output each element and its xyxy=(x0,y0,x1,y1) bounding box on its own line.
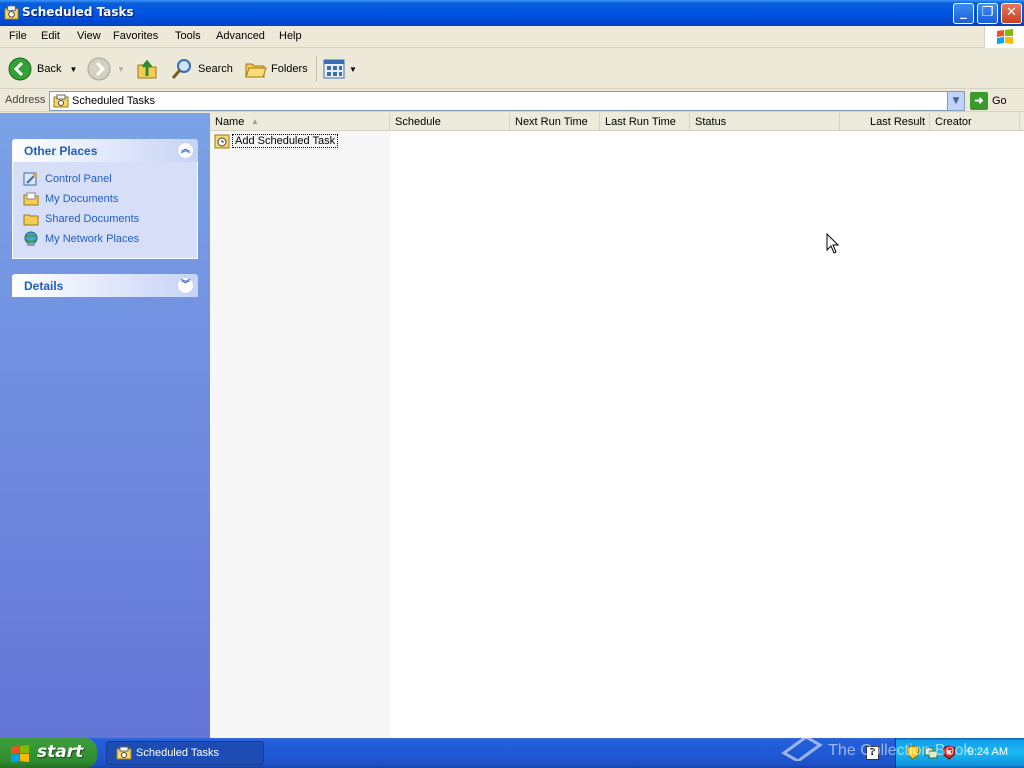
back-arrow-icon xyxy=(8,57,32,81)
address-label: Address xyxy=(5,94,46,106)
add-scheduled-task-icon xyxy=(214,134,230,149)
link-my-documents[interactable]: My Documents xyxy=(23,191,118,207)
watermark-text: The Collection Book xyxy=(828,742,972,759)
scheduled-tasks-icon xyxy=(116,746,132,760)
up-folder-button[interactable] xyxy=(135,56,159,82)
column-headers: Name ▲ Schedule Next Run Time Last Run T… xyxy=(210,113,1024,131)
go-arrow-icon: ➜ xyxy=(970,92,988,110)
scheduled-tasks-icon xyxy=(4,5,19,20)
expand-icon[interactable]: ︾ xyxy=(177,277,194,294)
file-list: Name ▲ Schedule Next Run Time Last Run T… xyxy=(210,113,1024,738)
windows-flag-icon xyxy=(11,745,29,762)
control-panel-icon xyxy=(23,172,37,186)
close-button[interactable]: ✕ xyxy=(1001,3,1022,24)
link-label: Control Panel xyxy=(45,173,112,185)
views-dropdown-icon[interactable]: ▼ xyxy=(349,65,357,74)
clock[interactable]: 9:24 AM xyxy=(968,746,1008,758)
column-creator[interactable]: Creator xyxy=(930,113,1020,131)
details-title: Details xyxy=(24,279,64,293)
taskbar-button-label: Scheduled Tasks xyxy=(136,747,219,759)
menu-favorites[interactable]: Favorites xyxy=(113,30,158,42)
book-icon xyxy=(781,735,823,763)
address-value: Scheduled Tasks xyxy=(72,95,155,107)
details-header[interactable]: Details ︾ xyxy=(12,274,198,297)
go-label: Go xyxy=(992,95,1007,107)
item-name: Add Scheduled Task xyxy=(232,134,339,148)
restore-button[interactable]: ❐ xyxy=(977,3,998,24)
column-next-run-time[interactable]: Next Run Time xyxy=(510,113,600,131)
explorer-window: Scheduled Tasks _ ❐ ✕ File Edit View Fav… xyxy=(0,0,1024,738)
column-status[interactable]: Status xyxy=(690,113,840,131)
address-dropdown-button[interactable]: ▼ xyxy=(947,92,964,110)
search-button[interactable]: Search xyxy=(170,56,233,82)
menu-file[interactable]: File xyxy=(9,30,27,42)
link-shared-documents[interactable]: Shared Documents xyxy=(23,211,139,227)
column-last-run-time[interactable]: Last Run Time xyxy=(600,113,690,131)
menu-view[interactable]: View xyxy=(77,30,101,42)
my-documents-icon xyxy=(23,192,39,206)
folder-icon xyxy=(23,214,39,226)
list-item[interactable]: Add Scheduled Task xyxy=(214,133,339,149)
task-pane: Other Places ︽ Control Panel My Document… xyxy=(0,113,210,738)
title-bar[interactable]: Scheduled Tasks _ ❐ ✕ xyxy=(0,0,1024,26)
close-icon: ✕ xyxy=(1006,5,1017,20)
start-label: start xyxy=(37,742,84,762)
address-field[interactable]: Scheduled Tasks ▼ xyxy=(49,91,965,111)
sort-ascending-icon: ▲ xyxy=(251,117,259,126)
link-control-panel[interactable]: Control Panel xyxy=(23,171,112,187)
chevron-down-icon: ▼ xyxy=(952,96,960,106)
go-button[interactable]: ➜ Go xyxy=(970,92,1007,110)
minimize-button[interactable]: _ xyxy=(953,3,974,24)
search-icon xyxy=(171,59,191,79)
link-label: Shared Documents xyxy=(45,213,140,225)
menu-advanced[interactable]: Advanced xyxy=(216,30,265,42)
link-my-network-places[interactable]: My Network Places xyxy=(23,231,139,247)
restore-icon: ❐ xyxy=(981,5,994,20)
collapse-icon[interactable]: ︽ xyxy=(177,142,194,159)
folders-label: Folders xyxy=(271,63,308,75)
windows-flag-icon xyxy=(997,29,1013,44)
folders-icon xyxy=(245,63,267,78)
views-icon xyxy=(323,59,345,79)
back-button[interactable]: Back ▼ xyxy=(8,56,77,82)
address-bar: Address Scheduled Tasks ▼ ➜ Go xyxy=(0,90,1024,112)
back-dropdown-icon[interactable]: ▼ xyxy=(69,65,77,74)
menu-bar: File Edit View Favorites Tools Advanced … xyxy=(0,26,1024,48)
other-places-panel: Control Panel My Documents Shared Docume… xyxy=(12,162,198,259)
search-label: Search xyxy=(198,63,233,75)
other-places-title: Other Places xyxy=(24,144,98,158)
other-places-header[interactable]: Other Places ︽ xyxy=(12,139,198,162)
start-button[interactable]: start xyxy=(0,738,97,768)
window-title: Scheduled Tasks xyxy=(22,5,134,19)
forward-button[interactable]: ▼ xyxy=(87,56,125,82)
menu-tools[interactable]: Tools xyxy=(175,30,201,42)
scheduled-tasks-folder-icon xyxy=(53,94,69,108)
toolbar: Back ▼ ▼ Search Folders ▼ xyxy=(0,49,1024,89)
views-button[interactable]: ▼ xyxy=(323,56,357,82)
back-label: Back xyxy=(37,63,62,75)
forward-arrow-icon xyxy=(87,57,111,81)
menu-help[interactable]: Help xyxy=(279,30,302,42)
taskbar-button-scheduled-tasks[interactable]: Scheduled Tasks xyxy=(106,741,264,765)
watermark: The Collection Book xyxy=(780,733,972,763)
column-name[interactable]: Name ▲ xyxy=(210,113,390,131)
link-label: My Documents xyxy=(45,193,119,205)
folders-button[interactable]: Folders xyxy=(243,56,308,82)
link-label: My Network Places xyxy=(45,233,140,245)
forward-dropdown-icon: ▼ xyxy=(117,64,125,74)
mouse-cursor-icon xyxy=(826,233,840,254)
minimize-icon: _ xyxy=(960,5,967,20)
column-last-result[interactable]: Last Result xyxy=(840,113,930,131)
up-folder-icon xyxy=(137,59,157,79)
column-schedule[interactable]: Schedule xyxy=(390,113,510,131)
menu-edit[interactable]: Edit xyxy=(41,30,60,42)
windows-logo xyxy=(984,26,1024,48)
network-places-icon xyxy=(24,231,38,246)
